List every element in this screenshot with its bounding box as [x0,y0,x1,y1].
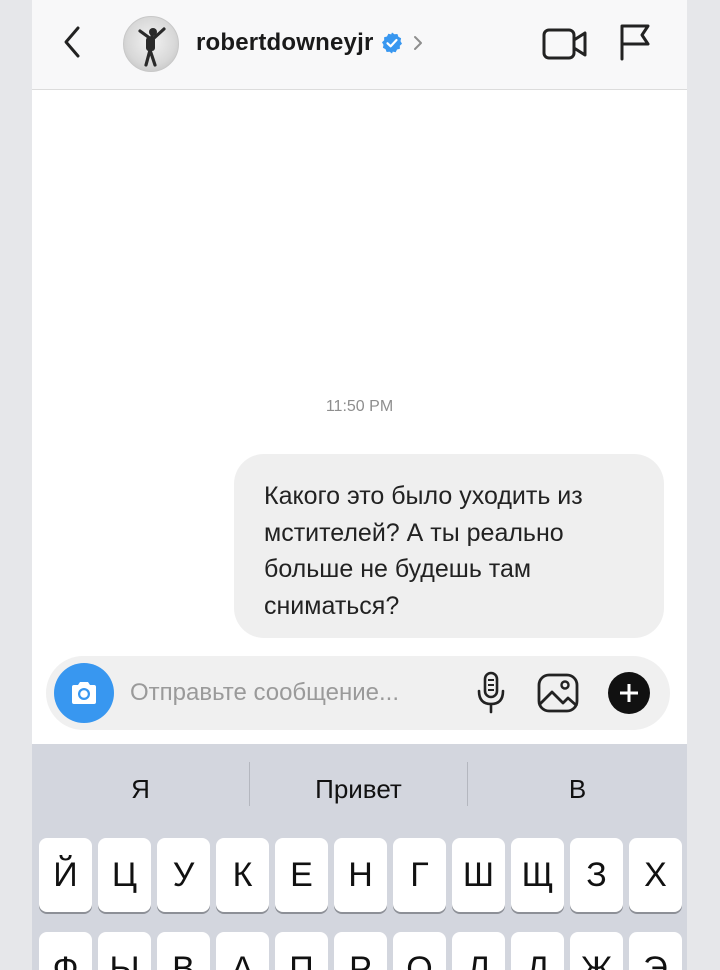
key[interactable]: П [275,932,328,970]
right-edge [687,0,720,970]
chevron-right-icon [413,36,422,50]
key[interactable]: Р [334,932,387,970]
key[interactable]: Ж [570,932,623,970]
key[interactable]: В [157,932,210,970]
suggestion-2[interactable]: Привет [250,764,467,814]
video-camera-icon [542,28,587,60]
key[interactable]: О [393,932,446,970]
avatar[interactable] [123,16,179,72]
key[interactable]: Н [334,838,387,912]
voice-message-button[interactable] [476,671,506,715]
chevron-left-icon [64,26,80,58]
key[interactable]: З [570,838,623,912]
key[interactable]: Ф [39,932,92,970]
report-button[interactable] [618,23,652,61]
key[interactable]: Э [629,932,682,970]
username: robertdowneyjr [196,29,374,56]
on-screen-keyboard: Я Привет В Й Ц У К Е Н Г Ш Щ З Х Ф Ы В А… [32,744,687,970]
key[interactable]: Ш [452,838,505,912]
suggestion-3[interactable]: В [468,764,687,814]
key[interactable]: Ц [98,838,151,912]
message-input[interactable] [130,676,460,710]
verified-badge-icon [381,32,402,54]
gallery-button[interactable] [536,672,580,714]
chat-screen: robertdowneyjr 11:50 PM Какого это было … [32,0,687,970]
key[interactable]: К [216,838,269,912]
key[interactable]: Л [452,932,505,970]
key[interactable]: Щ [511,838,564,912]
camera-icon [72,682,96,704]
keyboard-suggestions: Я Привет В [32,744,687,824]
key[interactable]: Ы [98,932,151,970]
camera-button[interactable] [54,663,114,723]
key[interactable]: Е [275,838,328,912]
video-call-button[interactable] [542,27,588,61]
message-timestamp: 11:50 PM [325,398,394,415]
back-button[interactable] [58,24,88,60]
microphone-icon [477,671,505,714]
outgoing-message-bubble[interactable]: Какого это было уходить из мстителей? А … [234,454,664,638]
key[interactable]: У [157,838,210,912]
more-options-button[interactable] [608,672,650,714]
image-icon [537,673,579,713]
left-edge [0,0,32,970]
key[interactable]: Г [393,838,446,912]
avatar-photo-icon [138,27,166,67]
key[interactable]: Й [39,838,92,912]
key[interactable]: А [216,932,269,970]
profile-link[interactable]: robertdowneyjr [196,26,424,60]
flag-icon [620,24,650,61]
chat-header: robertdowneyjr [32,0,687,90]
key[interactable]: Д [511,932,564,970]
message-composer [46,656,670,730]
key[interactable]: Х [629,838,682,912]
suggestion-1[interactable]: Я [32,764,249,814]
